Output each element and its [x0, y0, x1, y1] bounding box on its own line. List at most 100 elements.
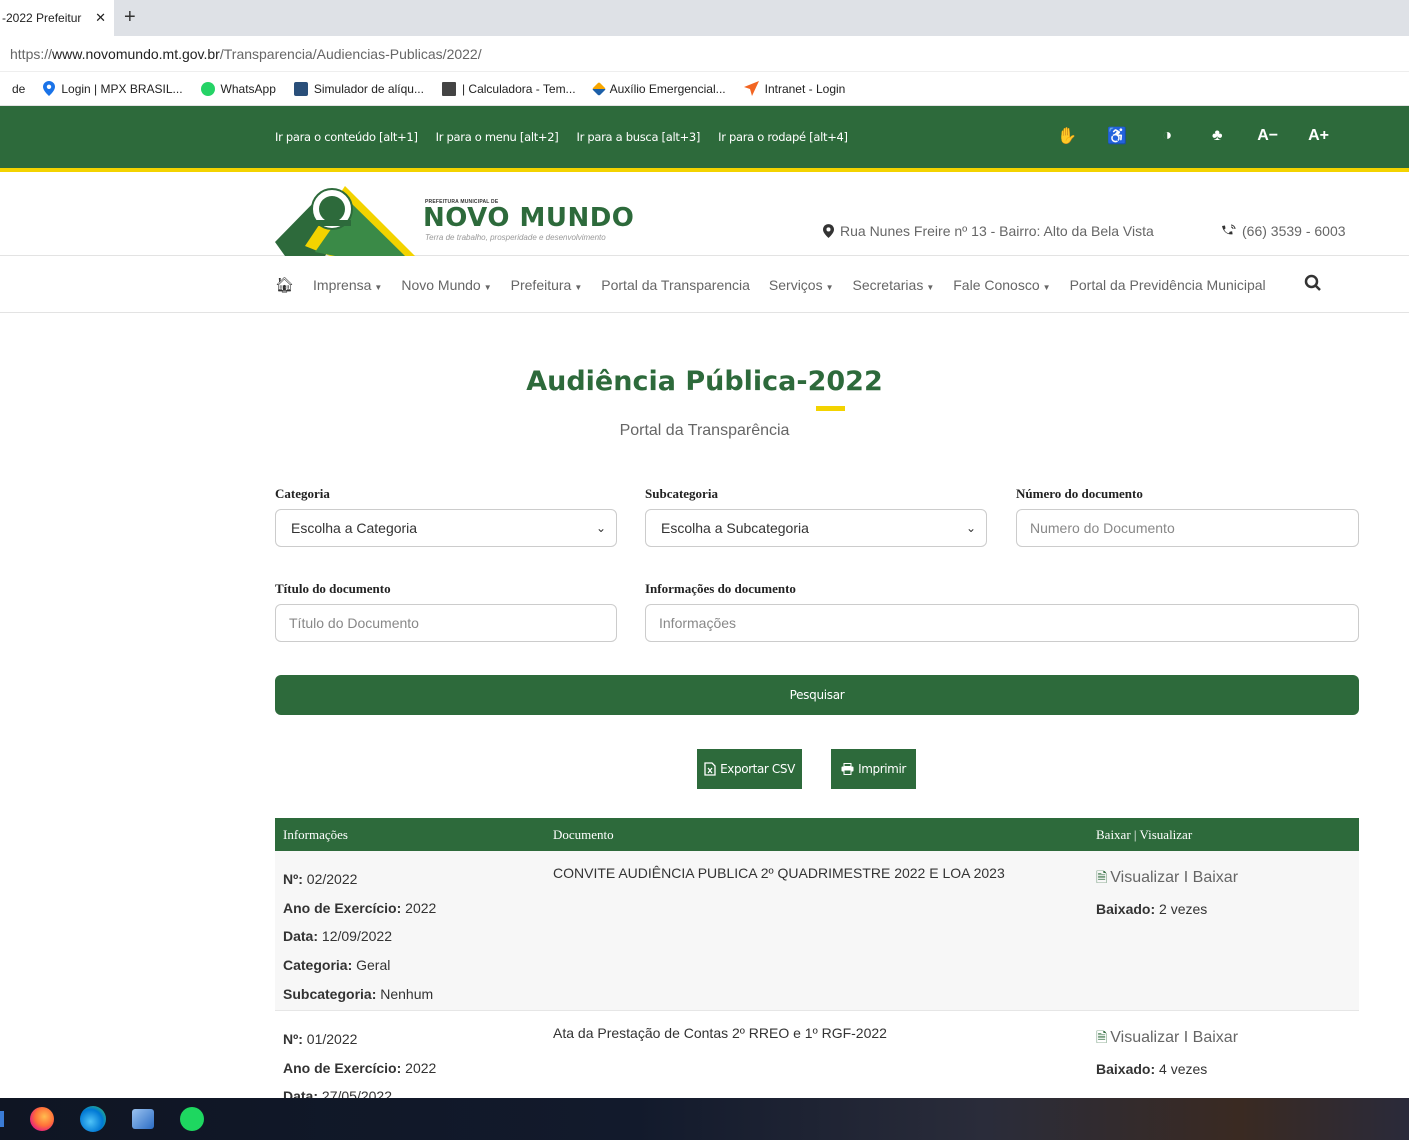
caret-down-icon: ▼ — [483, 283, 492, 292]
brand-tagline: Terra de trabalho, prosperidade e desenv… — [425, 233, 606, 242]
column-header-info: Informações — [283, 827, 348, 842]
table-header: Informações Documento Baixar | Visualiza… — [275, 818, 1359, 851]
numero-input[interactable]: Numero do Documento — [1016, 509, 1359, 547]
file-excel-icon — [704, 762, 716, 776]
pdf-icon: 🗎︎ — [1096, 869, 1108, 885]
firefox-icon[interactable] — [30, 1107, 54, 1131]
font-increase-icon[interactable]: A+ — [1308, 127, 1329, 145]
documents-table: Informações Documento Baixar | Visualiza… — [275, 818, 1359, 1111]
bookmark-item[interactable]: de — [12, 82, 25, 96]
skip-link-content[interactable]: Ir para o conteúdo [alt+1] — [275, 130, 418, 144]
info-label: Informações do documento — [645, 581, 796, 596]
print-button[interactable]: Imprimir — [831, 749, 916, 789]
titulo-label: Título do documento — [275, 581, 391, 596]
new-tab-button[interactable]: + — [124, 6, 136, 29]
skip-link-footer[interactable]: Ir para o rodapé [alt+4] — [718, 130, 848, 144]
skip-link-search[interactable]: Ir para a busca [alt+3] — [576, 130, 700, 144]
row-info: Nº: 02/2022 Ano de Exercício: 2022 Data:… — [283, 871, 437, 1002]
export-csv-button[interactable]: Exportar CSV — [697, 749, 802, 789]
caret-down-icon: ▼ — [926, 283, 935, 292]
remote-desktop-icon[interactable] — [132, 1109, 154, 1129]
caret-down-icon: ▼ — [374, 283, 383, 292]
search-button[interactable]: Pesquisar — [275, 675, 1359, 715]
home-icon[interactable]: 🏠︎ — [275, 276, 294, 294]
whatsapp-icon — [200, 81, 215, 96]
map-pin-icon — [43, 81, 56, 96]
categoria-select[interactable]: Escolha a Categoria ⌄ — [275, 509, 617, 547]
table-row: Nº: 01/2022 Ano de Exercício: 2022 Data:… — [275, 1011, 1359, 1111]
arrow-icon — [743, 81, 759, 96]
map-marker-icon — [823, 224, 834, 238]
site-header: PREFEITURA MUNICIPAL DE NOVO MUNDO Terra… — [0, 172, 1409, 256]
libras-hand-icon[interactable]: ✋ — [1057, 126, 1077, 146]
phone-text: (66) 3539 - 6003 — [1242, 223, 1346, 239]
caret-down-icon: ▼ — [1042, 283, 1051, 292]
url-path: /Transparencia/Audiencias-Publicas/2022/ — [219, 45, 482, 62]
bookmark-item[interactable]: Auxílio Emergencial... — [591, 81, 726, 96]
edge-icon[interactable] — [80, 1106, 106, 1132]
page-subtitle: Portal da Transparência — [619, 422, 790, 439]
phone: (66) 3539 - 6003 — [1220, 223, 1346, 239]
numero-label: Número do documento — [1016, 486, 1143, 501]
bookmark-item[interactable]: Intranet - Login — [743, 81, 845, 96]
contrast-icon[interactable]: ◑ — [1157, 127, 1177, 145]
accessibility-tools: ✋ ♿ ◑ ♣ A− A+ — [1057, 126, 1329, 146]
caret-down-icon: ▼ — [825, 283, 834, 292]
bookmarks-bar: de Login | MPX BRASIL... WhatsApp Simula… — [0, 72, 1409, 106]
caixa-icon — [591, 81, 606, 96]
address-text: Rua Nunes Freire nº 13 - Bairro: Alto da… — [840, 223, 1154, 239]
column-header-documento: Documento — [553, 827, 614, 842]
nav-item-imprensa[interactable]: Imprensa ▼ — [313, 277, 382, 293]
nav-item-prefeitura[interactable]: Prefeitura ▼ — [511, 277, 583, 293]
download-count: Baixado: 4 vezes — [1096, 1061, 1208, 1077]
address-bar[interactable]: https://www.novomundo.mt.gov.br/Transpar… — [0, 36, 1409, 72]
calculator-icon — [293, 81, 308, 96]
url-prefix: https:// — [10, 45, 53, 62]
skip-links: Ir para o conteúdo [alt+1] Ir para o men… — [275, 130, 848, 144]
start-button[interactable] — [0, 1111, 4, 1127]
bookmark-item[interactable]: Simulador de alíqu... — [293, 81, 424, 96]
subcategoria-select[interactable]: Escolha a Subcategoria ⌄ — [645, 509, 987, 547]
subcategoria-label: Subcategoria — [645, 486, 718, 501]
chevron-down-icon: ⌄ — [595, 521, 606, 535]
pdf-icon: 🗎︎ — [1096, 1029, 1108, 1045]
table-row: Nº: 02/2022 Ano de Exercício: 2022 Data:… — [275, 851, 1359, 1011]
chevron-down-icon: ⌄ — [965, 521, 976, 535]
titulo-input[interactable]: Título do Documento — [275, 604, 617, 642]
phone-icon — [1222, 224, 1236, 235]
nav-item-fale-conosco[interactable]: Fale Conosco ▼ — [953, 277, 1050, 293]
search-icon[interactable] — [1304, 274, 1322, 292]
brand-name: NOVO MUNDO — [423, 203, 635, 233]
browser-tabbar: -2022 Prefeitur ✕ + — [0, 0, 1409, 36]
nav-item-secretarias[interactable]: Secretarias ▼ — [853, 277, 935, 293]
page-title: Audiência Pública-2022 — [526, 366, 883, 397]
column-header-baixar: Baixar | Visualizar — [1096, 827, 1193, 842]
caret-down-icon: ▼ — [574, 283, 583, 292]
view-download-link[interactable]: 🗎︎ Visualizar I Baixar — [1096, 867, 1238, 891]
title-underline — [816, 406, 845, 411]
categoria-label: Categoria — [275, 486, 330, 501]
nav-item-novo-mundo[interactable]: Novo Mundo ▼ — [401, 277, 491, 293]
book-icon — [441, 81, 456, 96]
nav-item-servicos[interactable]: Serviços ▼ — [769, 277, 834, 293]
nav-item-portal-transparencia[interactable]: Portal da Transparencia — [601, 277, 750, 293]
view-download-link[interactable]: 🗎︎ Visualizar I Baixar — [1096, 1027, 1238, 1051]
skip-link-menu[interactable]: Ir para o menu [alt+2] — [436, 130, 559, 144]
info-input[interactable]: Informações — [645, 604, 1359, 642]
nav-item-previdencia[interactable]: Portal da Previdência Municipal — [1070, 277, 1266, 293]
sitemap-icon[interactable]: ♣ — [1207, 127, 1227, 145]
close-tab-icon[interactable]: ✕ — [95, 10, 106, 26]
accessibility-icon[interactable]: ♿ — [1107, 126, 1127, 146]
bookmark-item[interactable]: | Calculadora - Tem... — [441, 81, 576, 96]
font-decrease-icon[interactable]: A− — [1257, 127, 1278, 145]
bookmark-item[interactable]: WhatsApp — [200, 81, 276, 96]
spotify-icon[interactable] — [180, 1107, 204, 1131]
bookmark-item[interactable]: Login | MPX BRASIL... — [43, 81, 183, 96]
download-count: Baixado: 2 vezes — [1096, 901, 1208, 917]
logo[interactable] — [275, 182, 415, 256]
row-document-title: CONVITE AUDIÊNCIA PUBLICA 2º QUADRIMESTR… — [553, 865, 1005, 881]
browser-tab[interactable]: -2022 Prefeitur ✕ — [0, 0, 114, 36]
main-nav: 🏠︎ Imprensa ▼ Novo Mundo ▼ Prefeitura ▼ Por… — [0, 256, 1409, 313]
printer-icon — [841, 763, 854, 775]
accessibility-bar: Ir para o conteúdo [alt+1] Ir para o men… — [0, 106, 1409, 172]
